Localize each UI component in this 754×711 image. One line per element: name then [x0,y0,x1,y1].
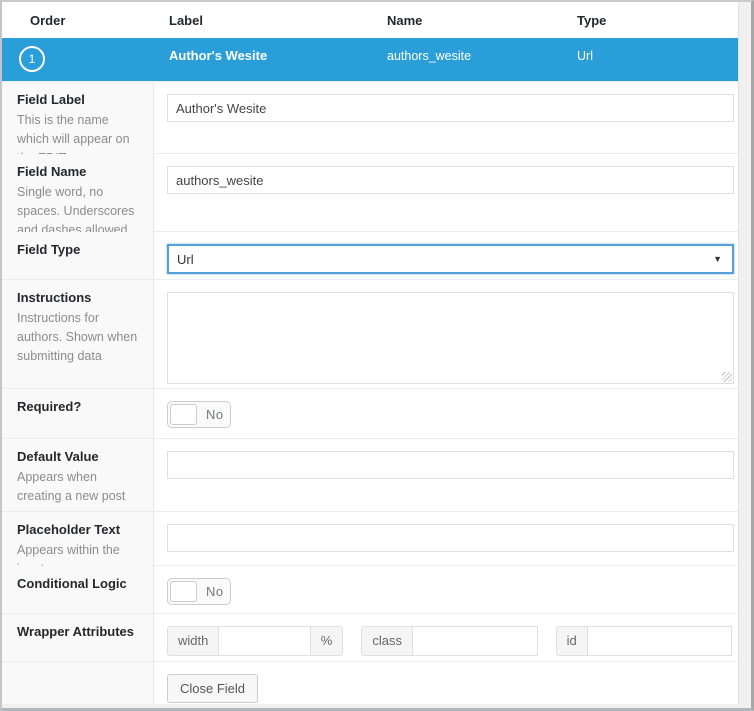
order-number-badge[interactable]: 1 [19,46,45,72]
setting-title: Required? [17,399,82,414]
field-type-select[interactable]: Url ▼ [167,244,734,274]
required-toggle[interactable]: No [167,401,231,428]
setting-row-field-name: Field Name Single word, no spaces. Under… [2,153,738,240]
setting-label-cell: Required? [2,389,154,438]
setting-label-cell: Default Value Appears when creating a ne… [2,439,154,511]
setting-input-cell: Url ▼ [154,232,738,279]
setting-row-placeholder-text: Placeholder Text Appears within the inpu… [2,511,738,579]
class-prefix-label: class [361,626,412,656]
toggle-knob [170,581,197,602]
setting-input-cell: width % class id [154,614,738,661]
setting-input-cell: Close Field [154,662,738,704]
default-value-input[interactable] [167,451,734,479]
table-header-row: Order Label Name Type [2,2,738,38]
active-field-name: authors_wesite [387,49,472,63]
percent-suffix-label: % [310,626,344,656]
setting-label-cell [2,662,154,704]
active-field-type: Url [577,49,593,63]
field-editor-panel: Order Label Name Type 1 Author's Wesite … [2,2,739,704]
setting-title: Wrapper Attributes [17,624,135,639]
id-prefix-label: id [555,626,587,656]
setting-description: Single word, no spaces. Underscores and … [17,185,135,237]
setting-row-instructions: Instructions Instructions for authors. S… [2,279,738,388]
close-field-button[interactable]: Close Field [167,674,259,703]
setting-input-cell [154,280,738,388]
wrapper-class-group: class [361,626,538,656]
column-header-type: Type [577,12,607,28]
setting-label-cell: Field Name Single word, no spaces. Under… [2,154,154,240]
setting-title: Conditional Logic [17,576,127,591]
setting-row-conditional-logic: Conditional Logic No [2,565,738,613]
setting-row-required: Required? No [2,388,738,438]
setting-title: Field Name [17,164,87,179]
placeholder-text-input[interactable] [167,524,734,552]
setting-title: Instructions [17,290,92,305]
width-prefix-label: width [167,626,219,656]
close-field-row: Close Field [2,661,738,704]
toggle-state-label: No [206,584,224,599]
active-field-bar[interactable]: 1 Author's Wesite authors_wesite Url [2,38,738,81]
wrapper-id-input[interactable] [586,626,732,656]
setting-input-cell [154,154,738,239]
setting-title: Default Value [17,449,99,464]
wrapper-class-input[interactable] [411,626,538,656]
order-cell: 1 [2,46,169,72]
setting-label-cell: Field Type [2,232,154,279]
setting-row-field-type: Field Type Url ▼ [2,231,738,279]
setting-label-cell: Wrapper Attributes [2,614,154,661]
column-header-label: Label [169,12,203,28]
wrapper-width-input[interactable] [218,626,311,656]
setting-input-cell: No [154,566,738,613]
setting-title: Field Label [17,92,85,107]
setting-row-field-label: Field Label This is the name which will … [2,81,738,168]
window-frame: Order Label Name Type 1 Author's Wesite … [0,0,754,711]
field-label-input[interactable] [167,94,734,122]
setting-input-cell: No [154,389,738,438]
setting-row-wrapper-attributes: Wrapper Attributes width % class id [2,613,738,661]
wrapper-id-group: id [555,626,732,656]
setting-description: Instructions for authors. Shown when sub… [17,311,138,363]
setting-input-cell [154,439,738,511]
setting-row-default-value: Default Value Appears when creating a ne… [2,438,738,511]
field-type-selected-value: Url [177,251,194,267]
setting-title: Field Type [17,242,81,257]
column-header-order: Order [30,12,66,28]
instructions-textarea[interactable] [167,292,734,384]
active-field-label: Author's Wesite [169,48,268,63]
toggle-state-label: No [206,407,224,422]
setting-title: Placeholder Text [17,522,121,537]
setting-label-cell: Conditional Logic [2,566,154,613]
column-header-name: Name [387,12,423,28]
setting-description: Appears when creating a new post [17,470,126,503]
field-name-input[interactable] [167,166,734,194]
setting-label-cell: Instructions Instructions for authors. S… [2,280,154,388]
conditional-logic-toggle[interactable]: No [167,578,231,605]
toggle-knob [170,404,197,425]
chevron-down-icon: ▼ [713,254,722,264]
wrapper-width-group: width % [167,626,344,656]
